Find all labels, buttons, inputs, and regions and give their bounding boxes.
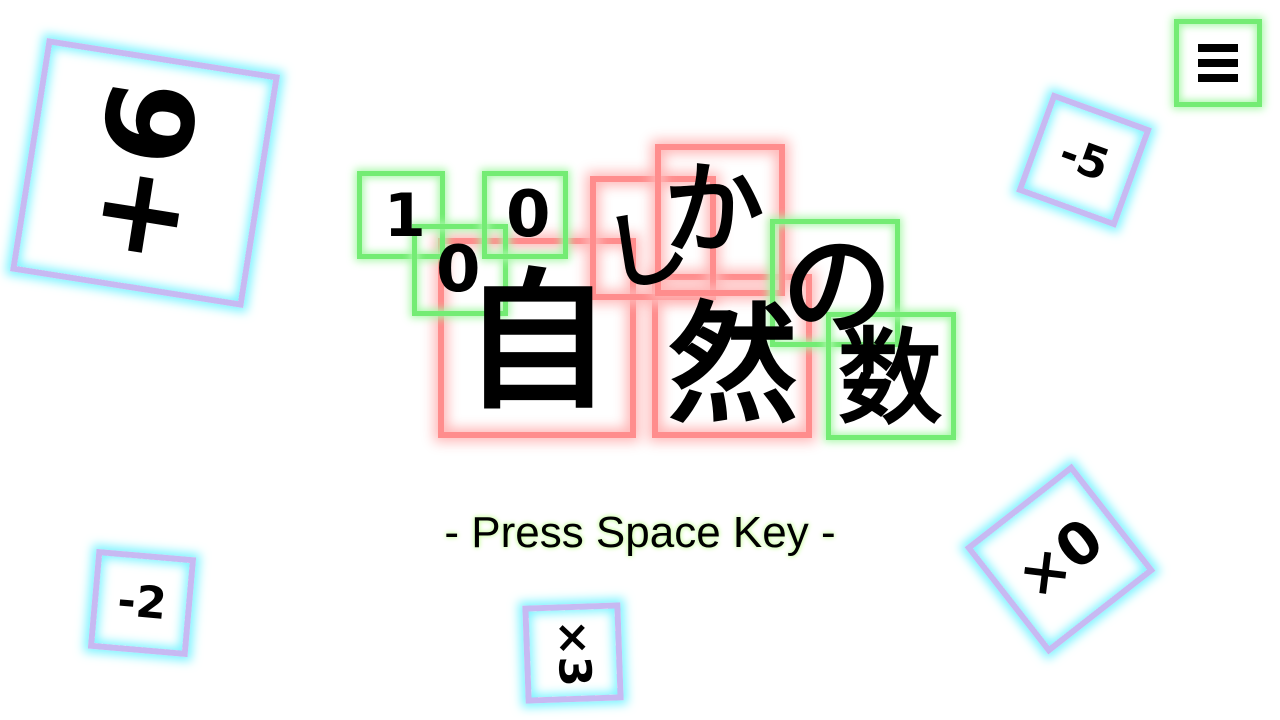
title-char: 1 [384,181,426,251]
number-tile-times0: ×0 [964,463,1156,655]
number-tile-times3: ×3 [522,602,624,704]
title-char: 然 [668,289,799,441]
title-char: 自 [462,256,613,430]
tile-label: +6 [61,71,228,275]
title-char: 0 [506,178,551,252]
menu-button[interactable] [1174,19,1262,107]
tile-label: -5 [1052,127,1116,192]
title-char: 数 [838,317,943,439]
game-stage[interactable]: +6 -5 -2 ×3 ×0 1 0 0 し か 自 然 の 数 - Press… [0,0,1280,720]
tile-label: -2 [115,574,169,631]
number-tile-minus2: -2 [87,548,197,658]
tile-label: ×3 [546,618,601,688]
press-space-prompt: - Press Space Key - [444,508,836,557]
number-tile-minus5: -5 [1016,92,1152,228]
title-char: か [664,151,764,268]
number-tile-plus6: +6 [9,37,281,309]
hamburger-menu-icon [1198,44,1238,82]
